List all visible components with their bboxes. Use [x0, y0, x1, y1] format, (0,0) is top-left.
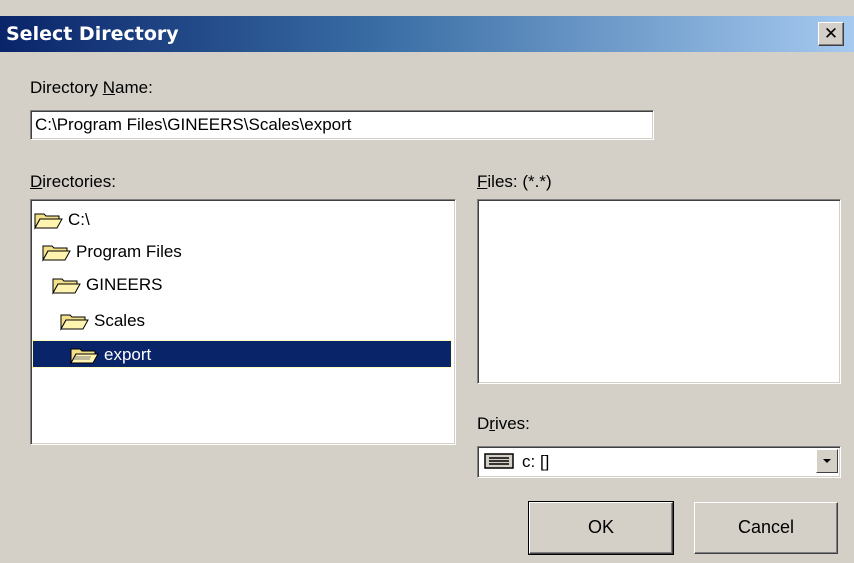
directory-item-gineers[interactable]: GINEERS: [51, 271, 166, 297]
title-bar: Select Directory ✕: [0, 16, 854, 52]
drive-value: c: []: [522, 452, 550, 471]
open-folder-icon: [42, 245, 71, 262]
files-list[interactable]: [477, 199, 841, 384]
directories-list[interactable]: C:\ Program Files GINEERS Scales export: [30, 199, 456, 445]
hard-drive-icon: [484, 453, 514, 469]
drives-select[interactable]: c: []: [477, 446, 841, 478]
chevron-down-icon: [823, 459, 831, 463]
open-folder-selected-icon: [70, 348, 99, 365]
directory-item-c[interactable]: C:\: [33, 206, 93, 232]
ok-button[interactable]: OK: [528, 501, 674, 555]
drives-label: Drives:: [477, 414, 530, 433]
directory-item-scales[interactable]: Scales: [59, 307, 148, 333]
files-label: Files: (*.*): [477, 172, 552, 191]
window-title: Select Directory: [6, 23, 179, 45]
close-button[interactable]: ✕: [818, 22, 844, 46]
directories-label: Directories:: [30, 172, 116, 191]
cancel-button[interactable]: Cancel: [694, 502, 838, 554]
drives-dropdown-button[interactable]: [816, 449, 838, 473]
open-folder-icon: [60, 314, 89, 331]
directory-item-export[interactable]: export: [32, 340, 452, 368]
directory-item-program-files[interactable]: Program Files: [41, 238, 185, 264]
directory-name-input[interactable]: C:\Program Files\GINEERS\Scales\export: [30, 110, 654, 140]
close-icon: ✕: [823, 24, 839, 44]
open-folder-icon: [34, 213, 63, 230]
directory-name-label: Directory Name:: [30, 78, 153, 97]
open-folder-icon: [52, 278, 81, 295]
